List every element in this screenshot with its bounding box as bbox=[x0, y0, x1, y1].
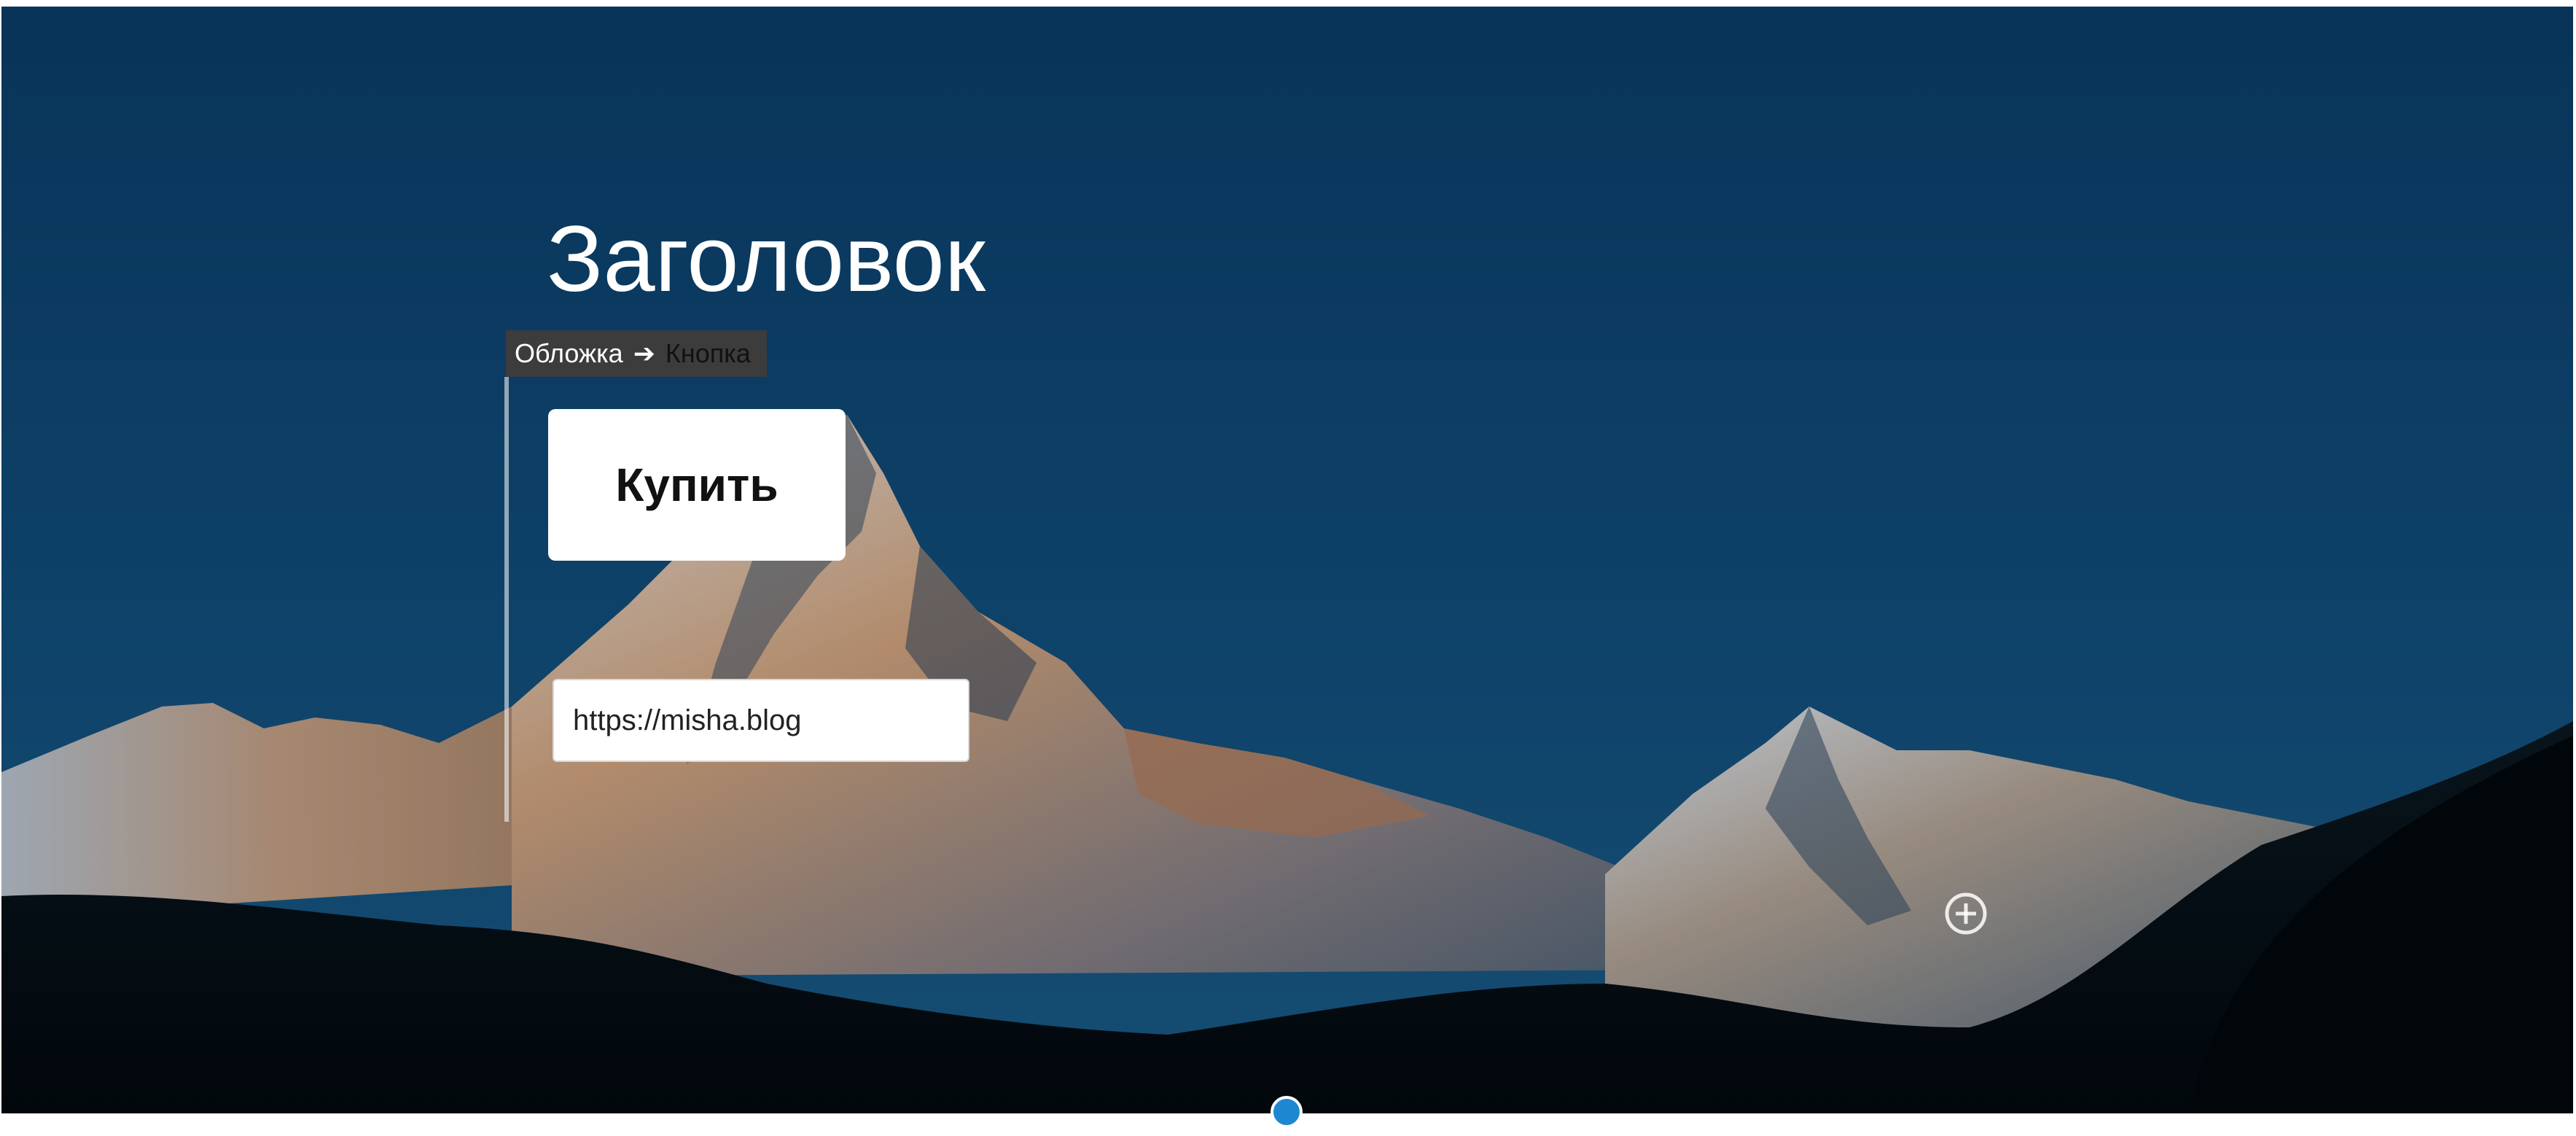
plus-circle-icon[interactable] bbox=[1943, 890, 1989, 937]
cover-background-image bbox=[1, 7, 2573, 1113]
breadcrumb-arrow-icon: ➔ bbox=[633, 338, 655, 368]
cover-resize-handle[interactable] bbox=[1271, 1096, 1303, 1128]
button-link-url-input[interactable] bbox=[553, 679, 969, 762]
cover-heading[interactable]: Заголовок bbox=[547, 205, 985, 314]
block-breadcrumb: Обложка ➔ Кнопка bbox=[506, 330, 767, 377]
breadcrumb-current: Кнопка bbox=[665, 338, 751, 368]
block-selection-outline bbox=[504, 377, 509, 822]
cover-block[interactable]: Заголовок Обложка ➔ Кнопка Купить bbox=[1, 7, 2573, 1113]
breadcrumb-parent-link[interactable]: Обложка bbox=[515, 338, 623, 369]
editor-canvas: Заголовок Обложка ➔ Кнопка Купить bbox=[0, 0, 2576, 1136]
buy-button[interactable]: Купить bbox=[548, 409, 846, 561]
